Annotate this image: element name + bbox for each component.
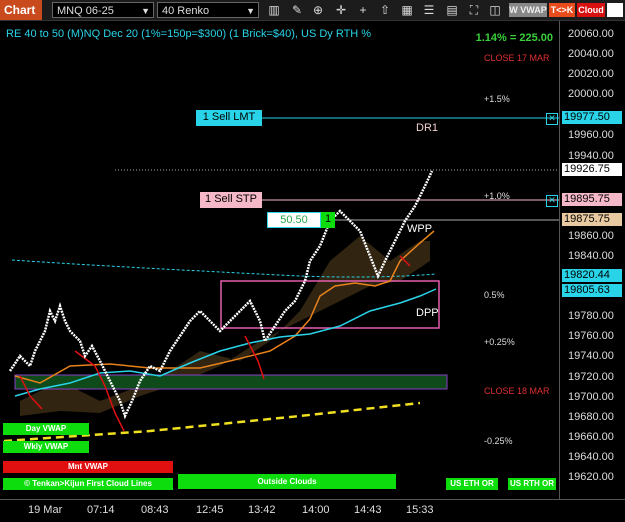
time-axis[interactable]: 19 Mar 07:14 08:43 12:45 13:42 14:00 14:… [0, 499, 625, 522]
price-tick: 19840.00 [568, 250, 614, 262]
day-vwap-button[interactable]: Day VWAP [3, 423, 89, 435]
sell-stp-price-tag: 19895.75 [562, 193, 622, 206]
crosshair-icon[interactable]: ✛ [333, 2, 349, 18]
bar-chart-icon[interactable]: ▥ [266, 2, 282, 18]
pencil-icon[interactable]: ✎ [289, 2, 305, 18]
plus-0-5-pct-label: 0.5% [484, 290, 505, 300]
price-tick: 19700.00 [568, 391, 614, 403]
close-icon[interactable]: ✕ [546, 113, 558, 125]
dr1-label: DR1 [416, 122, 439, 134]
price-tick: 19780.00 [568, 310, 614, 322]
wpp-label: WPP [407, 223, 433, 235]
price-tick: 20060.00 [568, 28, 614, 40]
us-eth-or-button[interactable]: US ETH OR [446, 478, 498, 490]
price-tick: 19760.00 [568, 330, 614, 342]
price-axis[interactable]: 20060.00 20040.00 20020.00 20000.00 1996… [559, 21, 625, 499]
color-swatch-button[interactable] [607, 3, 623, 17]
green-band [14, 374, 448, 390]
position-qty-label[interactable]: 1 [321, 212, 335, 228]
crop-icon[interactable]: ⛶ [466, 2, 482, 18]
chevron-down-icon: ▼ [246, 6, 255, 16]
price-tick: 19640.00 [568, 451, 614, 463]
price-tick: 19620.00 [568, 471, 614, 483]
arrow-up-icon[interactable]: ⇧ [377, 2, 393, 18]
sell-lmt-order-label[interactable]: 1 Sell LMT [196, 110, 262, 126]
list-icon[interactable]: ☰ [421, 2, 437, 18]
bar-type-select[interactable]: 40 Renko ▼ [157, 2, 259, 18]
close-17-mar-label: CLOSE 17 MAR [484, 53, 550, 63]
outside-clouds-button[interactable]: Outside Clouds [178, 474, 396, 489]
chart-tab[interactable]: Chart [0, 0, 42, 20]
tenkan-kijun-label: Tenkan>Kijun First Cloud Lines [32, 479, 152, 488]
price-tick: 19680.00 [568, 411, 614, 423]
time-tick: 14:43 [354, 504, 382, 516]
chevron-down-icon: ▼ [141, 6, 150, 16]
close-18-mar-label: CLOSE 18 MAR [484, 386, 550, 396]
dpp-label: DPP [416, 307, 439, 319]
symbol-select[interactable]: MNQ 06-25 ▼ [52, 2, 154, 18]
grid-icon[interactable]: ▦ [399, 2, 415, 18]
time-tick: 19 Mar [28, 504, 63, 516]
tenkan-kijun-button[interactable]: T<>K [549, 3, 575, 17]
entry-price-tag: 19875.75 [562, 213, 622, 226]
sell-stp-order-label[interactable]: 1 Sell STP [200, 192, 262, 208]
toolbar: Chart MNQ 06-25 ▼ 40 Renko ▼ ▥ ✎ ⊕ ✛ + ⇧… [0, 0, 625, 21]
time-tick: 15:33 [406, 504, 434, 516]
price-tick: 19940.00 [568, 150, 614, 162]
price-tick: 19960.00 [568, 129, 614, 141]
pct-change: 1.14% = 225.00 [475, 32, 553, 44]
monthly-vwap-button[interactable]: Mnt VWAP [3, 461, 173, 473]
close-icon[interactable]: ✕ [546, 195, 558, 207]
price-chart[interactable]: RE 40 to 50 (M)NQ Dec 20 (1%=150p=$300) … [0, 21, 559, 499]
price-tick: 20000.00 [568, 88, 614, 100]
time-tick: 14:00 [302, 504, 330, 516]
time-tick: 12:45 [196, 504, 224, 516]
symbol-value: MNQ 06-25 [57, 5, 114, 17]
zoom-icon[interactable]: ⊕ [310, 2, 326, 18]
position-price-label[interactable]: 50.50 [267, 212, 321, 228]
last-price-tag: 19926.75 [562, 163, 622, 176]
cloud-button[interactable]: Cloud [577, 3, 605, 17]
plus-1-0-pct-label: +1.0% [484, 191, 510, 201]
table-icon[interactable]: ▤ [444, 2, 460, 18]
plus-icon[interactable]: + [355, 2, 371, 18]
sell-lmt-price-tag: 19977.50 [562, 111, 622, 124]
minus-0-25-pct-label: -0.25% [484, 436, 513, 446]
price-tick: 19720.00 [568, 371, 614, 383]
layers-icon[interactable]: ◫ [487, 2, 503, 18]
plus-1-5-pct-label: +1.5% [484, 94, 510, 104]
price-tick: 20040.00 [568, 48, 614, 60]
price-tick: 19860.00 [568, 230, 614, 242]
w-vwap-button[interactable]: W VWAP [509, 3, 547, 17]
price-tick: 19740.00 [568, 350, 614, 362]
time-tick: 08:43 [141, 504, 169, 516]
price-tick: 20020.00 [568, 68, 614, 80]
us-rth-or-button[interactable]: US RTH OR [508, 478, 556, 490]
time-tick: 13:42 [248, 504, 276, 516]
copyright-icon: © [24, 479, 31, 488]
time-tick: 07:14 [87, 504, 115, 516]
plus-0-25-pct-label: +0.25% [484, 337, 515, 347]
tenkan-kijun-cloud-button[interactable]: © Tenkan>Kijun First Cloud Lines [3, 478, 173, 490]
weekly-vwap-button[interactable]: Wkly VWAP [3, 441, 89, 453]
cyan-price-tag-2: 19805.63 [562, 284, 622, 297]
bar-type-value: 40 Renko [162, 5, 210, 17]
cyan-price-tag-1: 19820.44 [562, 269, 622, 282]
price-tick: 19660.00 [568, 431, 614, 443]
chart-header: RE 40 to 50 (M)NQ Dec 20 (1%=150p=$300) … [6, 28, 372, 40]
